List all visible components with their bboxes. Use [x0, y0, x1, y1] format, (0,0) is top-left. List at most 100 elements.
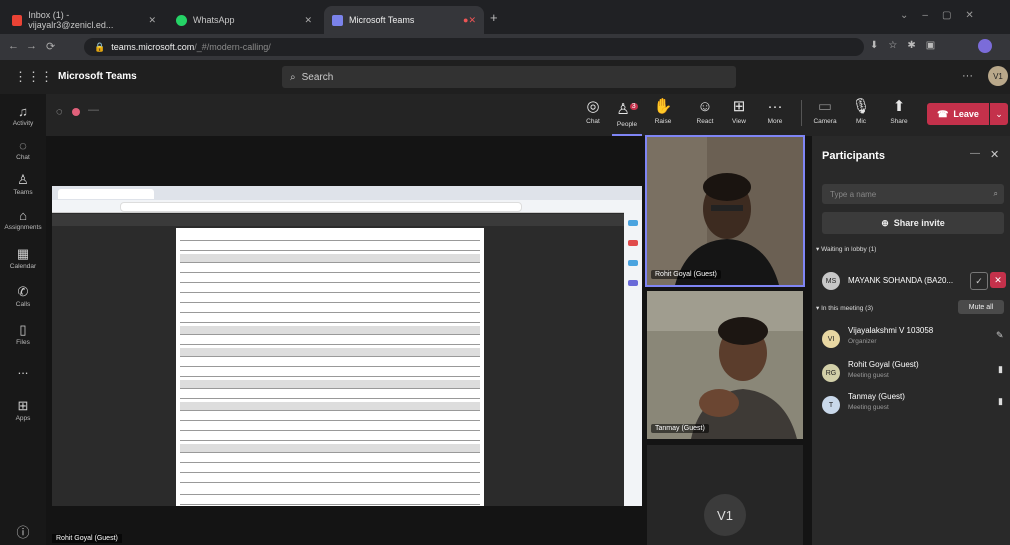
toolbar-view-button[interactable]: ⊞ View: [724, 96, 754, 125]
mute-all-button[interactable]: Mute all: [958, 300, 1004, 314]
chat-icon: ◌: [19, 138, 27, 153]
close-icon[interactable]: ✕: [148, 15, 156, 26]
sidebar-dot: [628, 240, 638, 246]
avatar: RG: [822, 364, 840, 382]
browser-tab-teams[interactable]: Microsoft Teams ●✕: [324, 6, 484, 34]
pdf-row: [180, 264, 480, 273]
admit-button[interactable]: ✓: [970, 272, 988, 290]
new-tab-button[interactable]: +: [490, 10, 498, 25]
participant-row[interactable]: T Tanmay (Guest) Meeting guest ▮: [822, 390, 1008, 416]
lobby-row: MS MAYANK SOHANDA (BA20... ✓ ✕: [822, 270, 1008, 294]
tab-label: WhatsApp: [193, 15, 235, 25]
pdf-page: [176, 228, 484, 506]
pdf-row: [180, 358, 480, 367]
toolbar-camera-button[interactable]: ▭ Camera: [810, 96, 840, 125]
window-controls[interactable]: ⌄–▢✕: [900, 10, 988, 21]
mic-icon: ▮: [998, 396, 1003, 406]
leave-options-button[interactable]: ⌄: [990, 103, 1008, 125]
more-icon: ...: [17, 362, 29, 377]
toolbar-mic-button[interactable]: 🎙 Mic: [846, 96, 876, 125]
avatar[interactable]: V1: [988, 66, 1008, 86]
participant-search-placeholder: Type a name: [830, 189, 877, 199]
pdf-row: [180, 274, 480, 283]
rail-item-help[interactable]: ⓘ: [0, 522, 46, 542]
toolbar-chat-button[interactable]: ◎ Chat: [578, 96, 608, 125]
toolbar-people-button[interactable]: ♙ 3 People: [612, 96, 642, 136]
sidebar-dot: [628, 280, 638, 286]
pdf-row: [180, 390, 480, 399]
rail-item-assignments[interactable]: ⌂ Assignments: [0, 208, 46, 231]
rail-item-teams[interactable]: ♙ Teams: [0, 172, 46, 196]
toolbar-label: More: [767, 118, 783, 125]
close-icon[interactable]: ●✕: [463, 15, 476, 26]
pdf-row: [180, 486, 480, 495]
phone-icon: ✆: [17, 284, 29, 299]
pdf-row: [180, 422, 480, 431]
video-tile-rohit[interactable]: Rohit Goyal (Guest): [645, 135, 805, 287]
lobby-header[interactable]: ▾ Waiting in lobby (1): [816, 245, 876, 253]
video-tile-name: Rohit Goyal (Guest): [651, 270, 721, 279]
participant-name: Vijayalakshmi V 103058: [848, 326, 934, 335]
profile-icon[interactable]: [978, 39, 992, 53]
rail-item-apps[interactable]: ⊞ Apps: [0, 398, 46, 422]
add-person-icon: ⊕: [881, 217, 889, 228]
participant-row[interactable]: VI Vijayalakshmi V 103058 Organizer ✎: [822, 324, 1008, 350]
browser-tab-gmail[interactable]: Inbox (1) - vijayalr3@zenicl.ed... ✕: [4, 6, 164, 34]
forward-icon[interactable]: →: [26, 40, 37, 52]
lobby-name: MAYANK SOHANDA (BA20...: [848, 276, 954, 285]
browser-tab-whatsapp[interactable]: WhatsApp ✕: [168, 6, 320, 34]
search-input[interactable]: ⌕ Search: [282, 66, 736, 88]
browser-extensions[interactable]: ⬇☆✱▣: [870, 40, 945, 51]
app-launcher-icon[interactable]: ⋮⋮⋮: [14, 69, 53, 85]
toolbar-raise-button[interactable]: ✋ Raise: [648, 96, 678, 125]
rail-item-calendar[interactable]: ▦ Calendar: [0, 246, 46, 270]
pdf-row: [180, 254, 480, 263]
pdf-row: [180, 402, 480, 411]
sidebar-dot: [628, 260, 638, 266]
toolbar-divider: [801, 100, 802, 126]
toolbar-label: View: [732, 118, 746, 125]
close-icon[interactable]: ✕: [304, 15, 312, 26]
rail-item-more[interactable]: ...: [0, 362, 46, 378]
avatar: MS: [822, 272, 840, 290]
reload-icon[interactable]: ⟳: [46, 40, 55, 53]
participant-search-input[interactable]: Type a name ⌕: [822, 184, 1004, 204]
toolbar-more-button[interactable]: ··· More: [760, 96, 790, 125]
close-icon[interactable]: ✕: [990, 148, 999, 161]
share-invite-button[interactable]: ⊕ Share invite: [822, 212, 1004, 234]
participant-role: Organizer: [848, 338, 877, 345]
raise-hand-icon: ✋: [653, 98, 673, 115]
pdf-row: [180, 326, 480, 335]
video-tile-tanmay[interactable]: Tanmay (Guest): [647, 291, 803, 439]
recording-indicator: [72, 108, 80, 116]
pdf-row: [180, 474, 480, 483]
participant-name: Rohit Goyal (Guest): [848, 360, 919, 369]
rail-item-activity[interactable]: ♫ Activity: [0, 104, 46, 127]
in-meeting-header[interactable]: ▾ In this meeting (3): [816, 304, 873, 312]
toolbar-react-button[interactable]: ☺ React: [690, 96, 720, 125]
deny-button[interactable]: ✕: [990, 272, 1006, 288]
pdf-row: [180, 368, 480, 377]
mic-icon: 🎙: [851, 98, 871, 115]
self-avatar: V1: [704, 494, 746, 536]
bell-icon: ♫: [18, 104, 28, 119]
participant-row[interactable]: RG Rohit Goyal (Guest) Meeting guest ▮: [822, 358, 1008, 384]
toolbar-label: React: [696, 118, 714, 125]
view-icon: ⊞: [732, 98, 746, 115]
rail-item-calls[interactable]: ✆ Calls: [0, 284, 46, 308]
phone-hangup-icon: ☎: [937, 108, 949, 119]
more-options-icon[interactable]: ···: [962, 70, 973, 82]
dash-icon: —: [88, 104, 99, 116]
leave-button[interactable]: ☎ Leave: [927, 103, 989, 125]
teams-icon: [332, 14, 343, 26]
participant-name: Tanmay (Guest): [848, 392, 905, 401]
rail-item-files[interactable]: ▯ Files: [0, 322, 46, 346]
rail-item-chat[interactable]: ◌ Chat: [0, 138, 46, 161]
toolbar-share-button[interactable]: ⬆ Share: [884, 96, 914, 125]
address-bar[interactable]: 🔒 teams.microsoft.com /_#/modern-calling…: [84, 38, 864, 56]
minimize-icon[interactable]: —: [970, 148, 980, 159]
pdf-row: [180, 348, 480, 357]
toolbar-label: Share: [890, 118, 908, 125]
back-icon[interactable]: ←: [8, 40, 19, 52]
mic-off-icon: ✎: [996, 330, 1004, 340]
